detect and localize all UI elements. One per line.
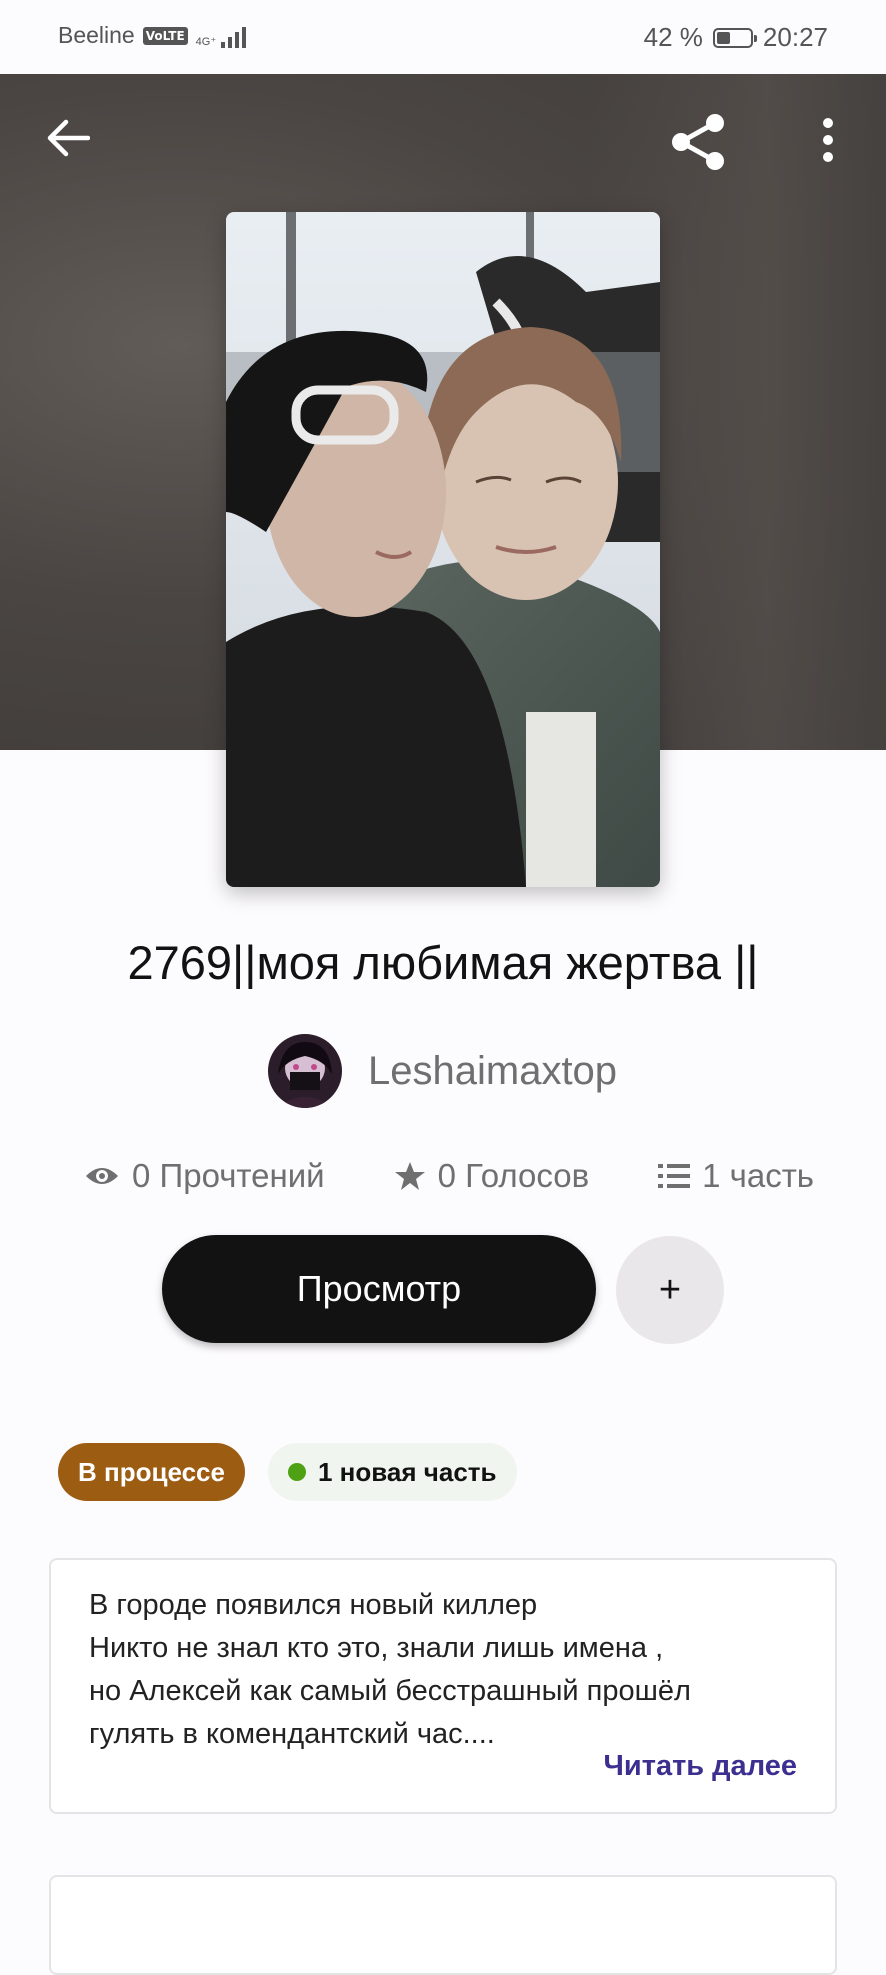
back-button[interactable] — [40, 110, 96, 166]
carrier-name: Beeline — [58, 22, 135, 48]
status-bar: Beeline VoLTE 4G⁺ 42 % 20:27 — [0, 0, 886, 74]
share-icon — [672, 114, 724, 170]
next-card — [49, 1875, 837, 1975]
network-type: 4G⁺ — [195, 35, 217, 48]
new-dot-icon — [288, 1463, 306, 1481]
author-avatar[interactable] — [268, 1034, 342, 1108]
votes-count: 0 Голосов — [437, 1157, 590, 1194]
status-badge: В процессе — [58, 1443, 245, 1501]
parts-stat[interactable]: 1 часть — [658, 1157, 814, 1195]
clock: 20:27 — [762, 22, 828, 52]
story-title: 2769||моя любимая жертва || — [127, 936, 759, 989]
reads-count: 0 Прочтений — [132, 1157, 325, 1194]
story-stats: 0 Прочтений 0 Голосов 1 часть — [84, 1148, 814, 1204]
eye-icon — [86, 1168, 118, 1184]
read-more-link[interactable]: Читать далее — [604, 1750, 797, 1783]
author-link[interactable]: Leshaimaxtop — [268, 1032, 617, 1110]
read-button[interactable]: Просмотр — [162, 1235, 596, 1343]
new-part-badge: 1 новая часть — [268, 1443, 517, 1501]
status-left: Beeline VoLTE 4G⁺ — [58, 22, 247, 49]
description-text: В городе появился новый киллер Никто не … — [89, 1589, 691, 1750]
description-card: В городе появился новый киллер Никто не … — [49, 1558, 837, 1814]
parts-count[interactable]: 1 часть — [702, 1157, 814, 1195]
votes-stat: 0 Голосов — [394, 1157, 590, 1195]
more-button[interactable] — [810, 112, 846, 168]
new-part-label: 1 новая часть — [318, 1456, 497, 1487]
add-to-library-button[interactable]: + — [616, 1236, 724, 1344]
list-icon — [658, 1164, 691, 1188]
battery-percent: 42 % — [643, 22, 703, 52]
arrow-left-icon — [47, 119, 90, 157]
volte-badge: VoLTE — [142, 26, 188, 45]
author-name[interactable]: Leshaimaxtop — [368, 1049, 617, 1094]
more-vertical-icon — [823, 118, 833, 162]
status-right: 42 % 20:27 — [644, 22, 828, 53]
story-cover-image[interactable] — [226, 212, 660, 887]
share-button[interactable] — [664, 108, 732, 176]
signal-icon: 4G⁺ — [195, 24, 247, 48]
star-icon — [394, 1162, 425, 1190]
battery-icon — [712, 27, 757, 48]
reads-stat: 0 Прочтений — [84, 1157, 325, 1195]
